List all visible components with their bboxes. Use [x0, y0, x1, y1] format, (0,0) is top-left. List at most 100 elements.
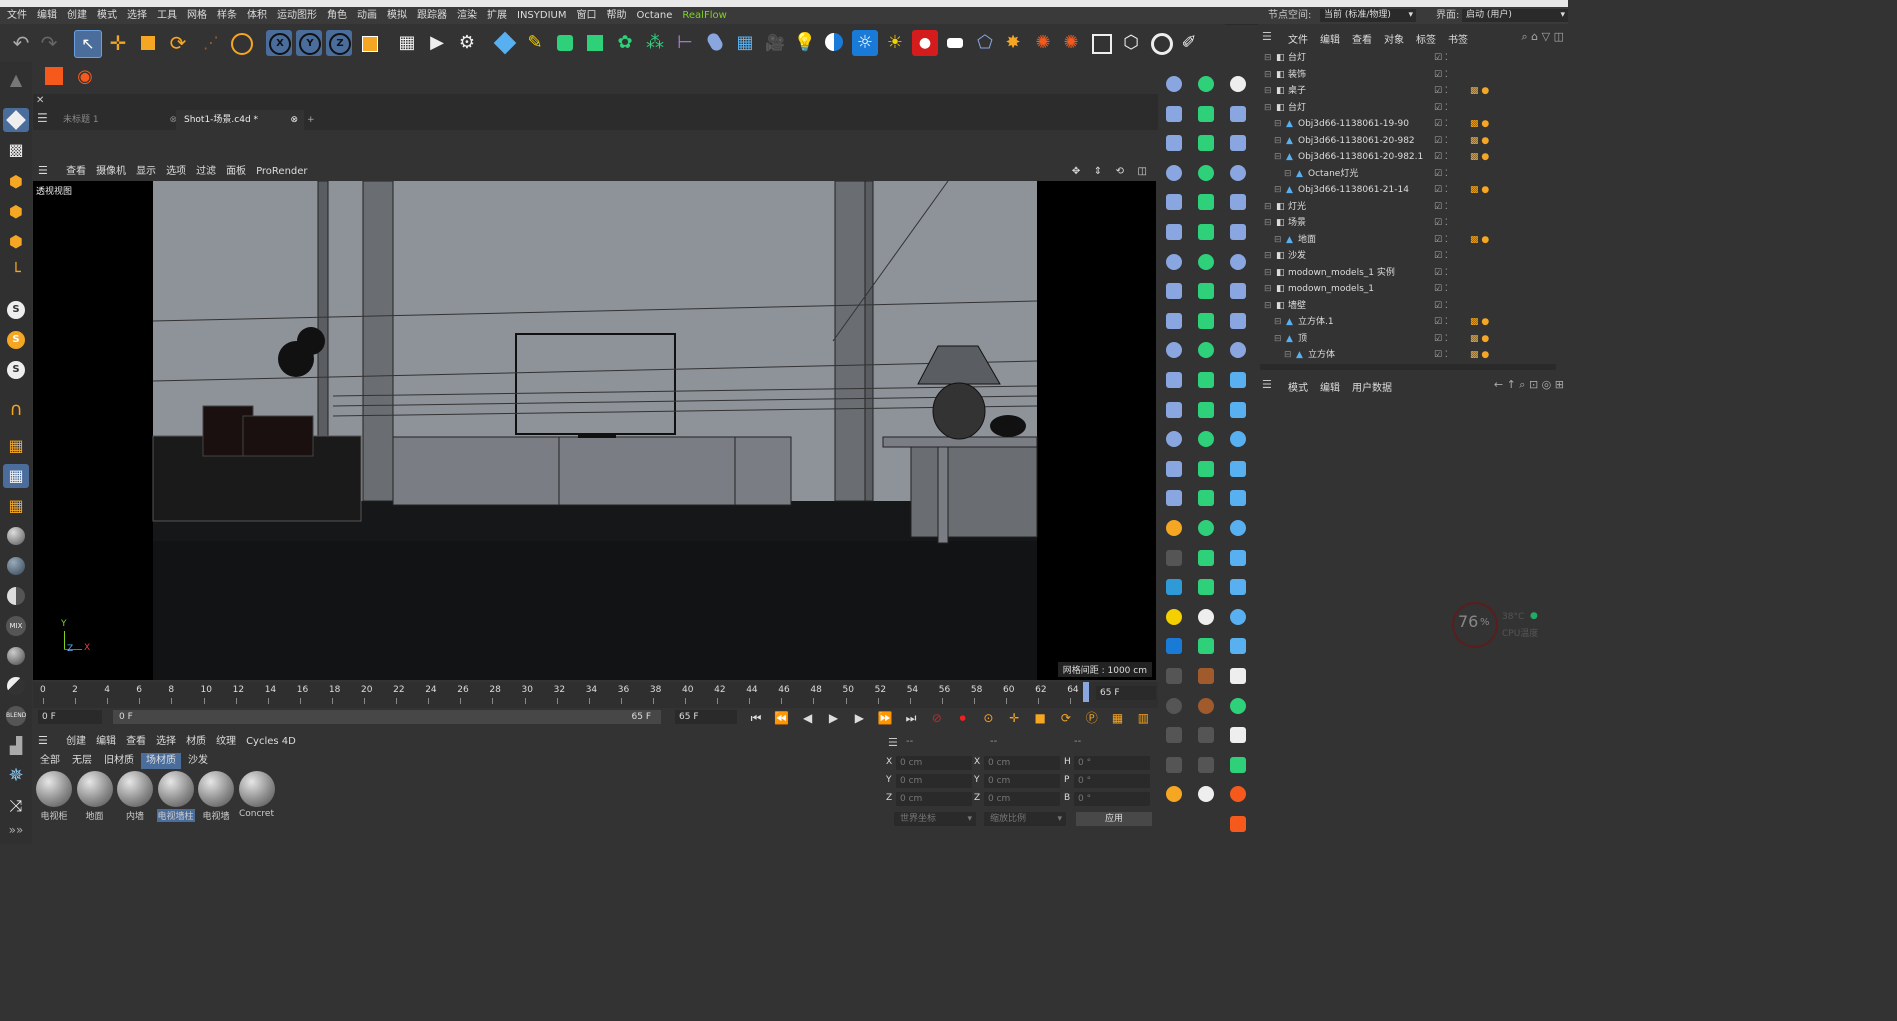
viewport-menu-item-2[interactable]: 显示 — [131, 163, 161, 181]
edges-mode-icon[interactable]: ⬢ — [3, 200, 29, 224]
tool-palette-icon[interactable] — [1162, 250, 1186, 274]
expand-toggle-icon[interactable]: ⊟ — [1264, 298, 1272, 314]
frame-range-slider[interactable]: 0 F 65 F — [113, 710, 661, 724]
prev-frame-icon[interactable]: ◀ — [797, 708, 819, 728]
hamburger-icon[interactable]: ☰ — [33, 732, 53, 750]
expand-toggle-icon[interactable]: ⊟ — [1264, 281, 1272, 297]
expand-toggle-icon[interactable]: ⊟ — [1264, 67, 1272, 83]
object-menu-item-2[interactable]: 查看 — [1346, 31, 1378, 46]
tool-palette-icon[interactable] — [1194, 131, 1218, 155]
hamburger-icon[interactable]: ☰ — [888, 736, 898, 749]
visibility-toggle-icon[interactable]: ☑ ⁚ — [1434, 265, 1448, 281]
menu-item-11[interactable]: 动画 — [352, 7, 382, 24]
tool-palette-icon[interactable] — [1162, 723, 1186, 747]
tool-palette-icon[interactable] — [1194, 605, 1218, 629]
tool-palette-icon[interactable] — [1194, 250, 1218, 274]
scale-tool-icon[interactable] — [135, 30, 161, 56]
tool-palette-icon[interactable] — [1194, 279, 1218, 303]
recent-tool-icon[interactable]: ⋰ — [198, 30, 224, 56]
key-grid-icon[interactable]: ▦ — [1107, 708, 1129, 728]
coordinate-field[interactable]: 0 cm — [896, 756, 972, 770]
octane-material-icon[interactable] — [1088, 30, 1114, 56]
visibility-toggle-icon[interactable]: ☑ ⁚ — [1434, 116, 1448, 132]
octane-logo-icon[interactable]: ✵ — [3, 764, 29, 788]
close-icon[interactable]: ✕ — [36, 94, 44, 108]
shuffle-icon[interactable]: ⤨ — [3, 794, 29, 818]
cube-icon[interactable] — [492, 30, 518, 56]
visibility-toggle-icon[interactable]: ☑ ⁚ — [1434, 67, 1448, 83]
visibility-toggle-icon[interactable]: ☑ ⁚ — [1434, 347, 1448, 362]
material-menu-item-3[interactable]: 选择 — [151, 733, 181, 751]
search-icon[interactable]: ⌕ — [1521, 30, 1527, 43]
texture-mode-icon[interactable]: ▩ — [3, 138, 29, 162]
tool-palette-icon[interactable] — [1194, 190, 1218, 214]
filter-icon[interactable]: ▽ — [1542, 30, 1550, 43]
tool-palette-icon[interactable] — [1194, 220, 1218, 244]
tool-palette-icon[interactable] — [1226, 546, 1250, 570]
menu-item-19[interactable]: Octane — [631, 7, 677, 24]
make-editable-icon[interactable]: ▲ — [3, 68, 29, 92]
sphere-grey-icon[interactable] — [3, 644, 29, 668]
visibility-toggle-icon[interactable]: ☑ ⁚ — [1434, 215, 1448, 231]
key-param-icon[interactable]: Ⓟ — [1081, 708, 1103, 728]
hamburger-icon[interactable]: ☰ — [1262, 378, 1272, 391]
maximize-view-icon[interactable]: ◫ — [1133, 163, 1152, 181]
object-menu-item-0[interactable]: 文件 — [1282, 31, 1314, 46]
light-icon[interactable]: 💡 — [792, 30, 818, 56]
octane-camera-icon[interactable]: ● — [912, 30, 938, 56]
move-view-icon[interactable]: ✥ — [1067, 163, 1085, 181]
tool-palette-icon[interactable] — [1162, 546, 1186, 570]
coordinate-field[interactable]: 0 ° — [1074, 774, 1150, 788]
tool-palette-icon[interactable] — [1194, 427, 1218, 451]
material-filter-tab-1[interactable]: 无层 — [67, 753, 97, 769]
half-sphere-icon[interactable] — [3, 584, 29, 608]
expand-toggle-icon[interactable]: ⊟ — [1274, 133, 1282, 149]
expand-toggle-icon[interactable]: ⊟ — [1274, 314, 1282, 330]
add-icon[interactable]: ⊞ — [1555, 378, 1564, 391]
menu-item-10[interactable]: 角色 — [322, 7, 352, 24]
tool-palette-icon[interactable] — [1194, 782, 1218, 806]
menu-item-3[interactable]: 模式 — [92, 7, 122, 24]
tool-palette-icon[interactable] — [1194, 575, 1218, 599]
tool-palette-icon[interactable] — [1162, 486, 1186, 510]
model-mode-icon[interactable] — [3, 108, 29, 132]
visibility-toggle-icon[interactable]: ☑ ⁚ — [1434, 133, 1448, 149]
object-row[interactable]: ⊟ ▲ 立方体.1 ☑ ⁚ ▩ ● — [1258, 314, 1558, 330]
material-item[interactable]: 电视墙柱 — [156, 771, 195, 822]
home-icon[interactable]: ⌂ — [1531, 30, 1538, 43]
tool-palette-icon[interactable] — [1162, 457, 1186, 481]
tool-palette-icon[interactable] — [1226, 605, 1250, 629]
menu-item-4[interactable]: 选择 — [122, 7, 152, 24]
tool-palette-icon[interactable] — [1226, 161, 1250, 185]
material-menu-item-5[interactable]: 纹理 — [211, 733, 241, 751]
expand-toggle-icon[interactable]: ⊟ — [1284, 347, 1292, 362]
expand-toggle-icon[interactable]: ⊟ — [1274, 149, 1282, 165]
tool-palette-icon[interactable] — [1194, 634, 1218, 658]
snap-settings-icon[interactable]: S — [3, 328, 29, 352]
tool-palette-icon[interactable] — [1194, 398, 1218, 422]
redo-icon[interactable]: ↷ — [36, 30, 62, 56]
tool-palette-icon[interactable] — [1194, 102, 1218, 126]
visibility-toggle-icon[interactable]: ☑ ⁚ — [1434, 298, 1448, 314]
object-row[interactable]: ⊟ ▲ Octane灯光 ☑ ⁚ — [1258, 166, 1558, 182]
tool-palette-icon[interactable] — [1226, 782, 1250, 806]
expand-icon[interactable]: ◫ — [1554, 30, 1564, 43]
material-item[interactable]: Concret — [238, 771, 276, 819]
material-tag-icon[interactable]: ▩ ● — [1470, 149, 1489, 165]
up-arrow-icon[interactable]: ↑ — [1507, 378, 1516, 391]
tool-palette-icon[interactable] — [1162, 220, 1186, 244]
tool-palette-icon[interactable] — [1226, 427, 1250, 451]
attributes-menu-item-2[interactable]: 用户数据 — [1346, 379, 1398, 394]
material-tag-icon[interactable]: ▩ ● — [1470, 116, 1489, 132]
scale-mode-select[interactable]: 缩放比例 ▾ — [984, 812, 1066, 826]
tool-palette-icon[interactable] — [1226, 664, 1250, 688]
menu-item-18[interactable]: 帮助 — [601, 7, 631, 24]
menu-item-6[interactable]: 网格 — [182, 7, 212, 24]
tool-palette-icon[interactable] — [1162, 516, 1186, 540]
expand-toggle-icon[interactable]: ⊟ — [1284, 166, 1292, 182]
y-axis-icon[interactable]: Y — [296, 30, 322, 56]
tool-palette-icon[interactable] — [1194, 486, 1218, 510]
visibility-toggle-icon[interactable]: ☑ ⁚ — [1434, 166, 1448, 182]
tool-palette-icon[interactable] — [1226, 516, 1250, 540]
tool-palette-icon[interactable] — [1162, 398, 1186, 422]
